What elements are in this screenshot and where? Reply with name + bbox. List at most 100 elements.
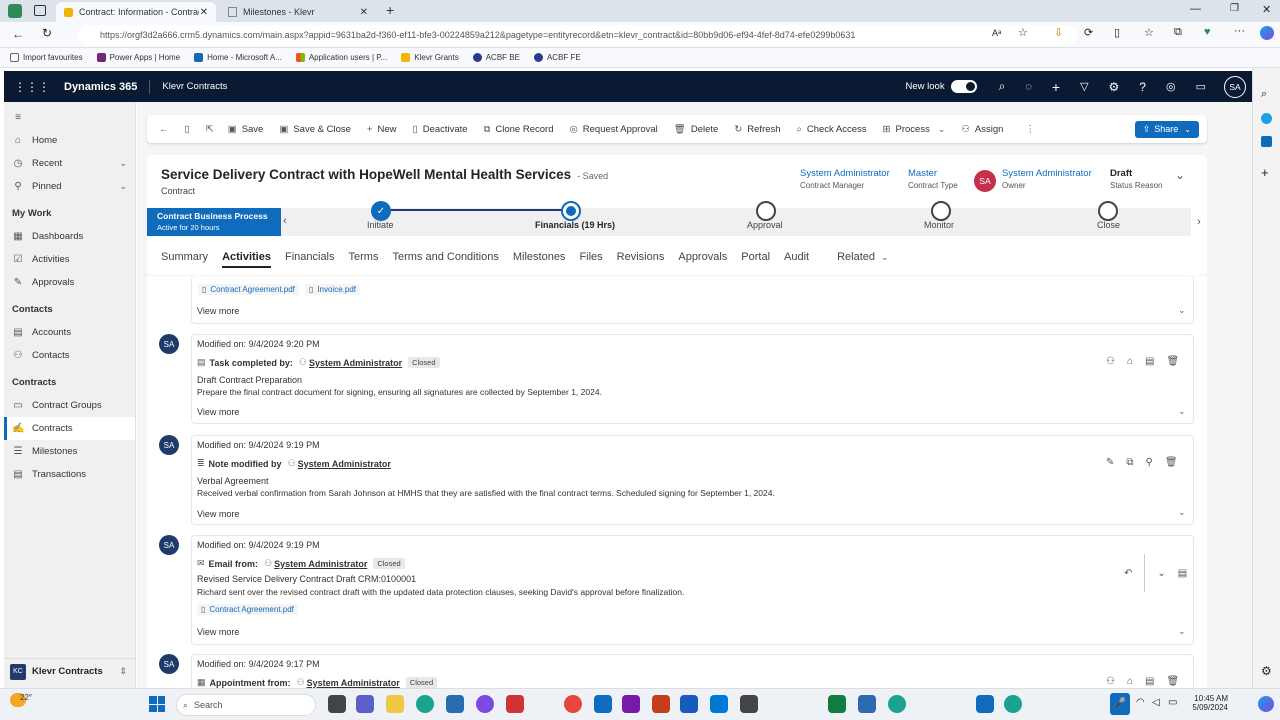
expand-icon[interactable]: ⌄ (1178, 406, 1186, 417)
trash-icon[interactable]: 🗑 (1165, 457, 1178, 468)
new-look-toggle[interactable] (950, 80, 977, 93)
new-tab-button[interactable]: + (386, 2, 394, 18)
process-button[interactable]: ⊞ Process ⌄ (883, 124, 946, 135)
favorite-acbf-be[interactable]: ACBF BE (472, 53, 520, 62)
more-options-icon[interactable]: ··· (1234, 25, 1245, 37)
more-commands-icon[interactable]: ⋮ (1025, 124, 1035, 135)
header-field-owner[interactable]: System Administrator Owner (1002, 168, 1092, 190)
favorites-icon[interactable]: ☆ (1144, 26, 1154, 39)
filter-icon[interactable]: ▽ (1080, 80, 1088, 93)
view-more-link[interactable]: View more (197, 509, 239, 519)
user-avatar[interactable]: SA (1224, 75, 1246, 98)
browser-essentials-icon[interactable]: ♥ (1204, 26, 1211, 38)
popout-icon[interactable]: ⇱ (206, 124, 214, 135)
bpf-stage-approval[interactable] (756, 201, 776, 221)
search-icon[interactable]: ⌕ (1261, 88, 1280, 101)
tab-contract-information[interactable]: Contract: Information - Contracts ✕ (56, 2, 216, 22)
edge-icon[interactable] (888, 695, 906, 713)
app-name[interactable]: Klevr Contracts (162, 81, 227, 92)
view-more-link[interactable]: View more (197, 627, 239, 637)
notification-icon[interactable] (1258, 696, 1274, 712)
tab-actions-icon[interactable] (34, 5, 46, 16)
activity-user-link[interactable]: System Administrator (309, 358, 402, 368)
assign-button[interactable]: ⚇ Assign (961, 124, 1003, 135)
back-icon[interactable]: ← (12, 27, 24, 41)
nav-pinned[interactable]: ⚲ Pinned ⌄ (4, 175, 135, 198)
save-button[interactable]: ▣ Save (228, 124, 264, 135)
attachment-link[interactable]: ▯ Contract Agreement.pdf (198, 284, 299, 295)
extensions-icon[interactable]: ⟳ (1084, 26, 1093, 39)
vscode-icon[interactable] (710, 695, 728, 713)
check-access-button[interactable]: ⌕ Check Access (797, 124, 867, 135)
form-icon[interactable]: ▯ (185, 124, 190, 135)
restore-button[interactable]: ❐ (1230, 3, 1239, 14)
help-icon[interactable]: ? (1139, 80, 1146, 94)
start-button[interactable] (149, 696, 165, 712)
file-explorer-icon[interactable] (386, 695, 404, 713)
tab-audit[interactable]: Audit (784, 251, 809, 263)
teams-icon[interactable] (356, 695, 374, 713)
onenote-icon[interactable] (622, 695, 640, 713)
expand-icon[interactable]: ⌄ (1178, 626, 1186, 637)
read-aloud-icon[interactable]: Aᵃ (992, 28, 1001, 38)
reply-icon[interactable]: ↶ (1124, 568, 1132, 579)
clone-record-button[interactable]: ⧉ Clone Record (484, 124, 554, 135)
copilot-icon[interactable] (1261, 113, 1272, 124)
attachment-link[interactable]: ▯ Invoice.pdf (304, 284, 361, 295)
share-button[interactable]: ⇪ Share ⌄ (1134, 120, 1199, 138)
bpf-stage-monitor[interactable] (931, 201, 951, 221)
bpf-stage-initiate[interactable]: ✓ (371, 201, 391, 221)
minimize-button[interactable]: — (1190, 3, 1201, 15)
favorite-microsoft[interactable]: Home - Microsoft A... (194, 53, 282, 62)
product-name[interactable]: Dynamics 365 (64, 81, 137, 93)
plus-icon[interactable]: + (1052, 79, 1060, 95)
profile-icon[interactable] (8, 4, 22, 18)
request-approval-button[interactable]: ◎ Request Approval (569, 124, 657, 135)
favorite-application-users[interactable]: Application users | P... (295, 53, 387, 62)
open-record-icon[interactable]: ▤ (1145, 356, 1154, 367)
edit-icon[interactable]: ✎ (1106, 457, 1114, 468)
tab-related[interactable]: Related ⌄ (823, 251, 888, 263)
edge-icon[interactable] (1004, 695, 1022, 713)
tab-files[interactable]: Files (579, 251, 602, 263)
area-switcher[interactable]: KC Klevr Contracts ⇕ (4, 658, 135, 684)
copilot-icon[interactable] (1260, 26, 1274, 40)
tab-terms-and-conditions[interactable]: Terms and Conditions (392, 251, 498, 263)
activity-user-link[interactable]: System Administrator (274, 559, 367, 569)
copy-icon[interactable]: ⧉ (1126, 457, 1133, 468)
bpf-stage-financials[interactable] (561, 201, 581, 221)
add-icon[interactable]: + (1261, 165, 1280, 180)
chat-icon[interactable]: ▭ (1196, 80, 1206, 93)
expand-header-icon[interactable]: ⌄ (1175, 168, 1185, 182)
open-icon[interactable]: ⌂ (1127, 676, 1133, 687)
collections-icon[interactable]: ⧉ (1174, 26, 1182, 39)
gear-icon[interactable]: ⚙ (1109, 80, 1120, 94)
field-value[interactable]: System Administrator (1002, 168, 1092, 179)
split-screen-icon[interactable]: ▯ (1114, 26, 1120, 39)
mic-icon[interactable]: 🎤 (1110, 693, 1130, 715)
excel-icon[interactable] (828, 695, 846, 713)
task-view-icon[interactable] (328, 695, 346, 713)
app-icon[interactable] (506, 695, 524, 713)
save-close-button[interactable]: ▣ Save & Close (279, 124, 351, 135)
lightbulb-icon[interactable]: ◌ (1025, 81, 1032, 93)
word-icon[interactable] (680, 695, 698, 713)
tab-revisions[interactable]: Revisions (617, 251, 665, 263)
expand-icon[interactable]: ⌄ (1178, 507, 1186, 518)
nav-recent[interactable]: ◷ Recent ⌄ (4, 152, 135, 175)
nav-accounts[interactable]: ▤ Accounts (4, 321, 135, 344)
attachment-link[interactable]: ▯ Contract Agreement.pdf (197, 604, 298, 615)
app-icon[interactable] (858, 695, 876, 713)
nav-contract-groups[interactable]: ▭ Contract Groups (4, 394, 135, 417)
pin-icon[interactable]: ⚲ (1146, 457, 1153, 468)
nav-contacts[interactable]: ⚇ Contacts (4, 344, 135, 367)
favorite-star-icon[interactable]: ☆ (1018, 26, 1028, 39)
open-record-icon[interactable]: ▤ (1145, 676, 1154, 687)
bpf-active-stage-flyout[interactable]: Contract Business Process Active for 20 … (147, 208, 281, 236)
nav-contracts[interactable]: ✍ Contracts (4, 417, 135, 440)
back-icon[interactable]: ← (159, 124, 169, 135)
tab-activities[interactable]: Activities (222, 251, 271, 268)
download-icon[interactable]: ⇩ (1054, 26, 1063, 39)
trash-icon[interactable]: 🗑 (1166, 356, 1179, 367)
bpf-stage-close[interactable] (1098, 201, 1118, 221)
